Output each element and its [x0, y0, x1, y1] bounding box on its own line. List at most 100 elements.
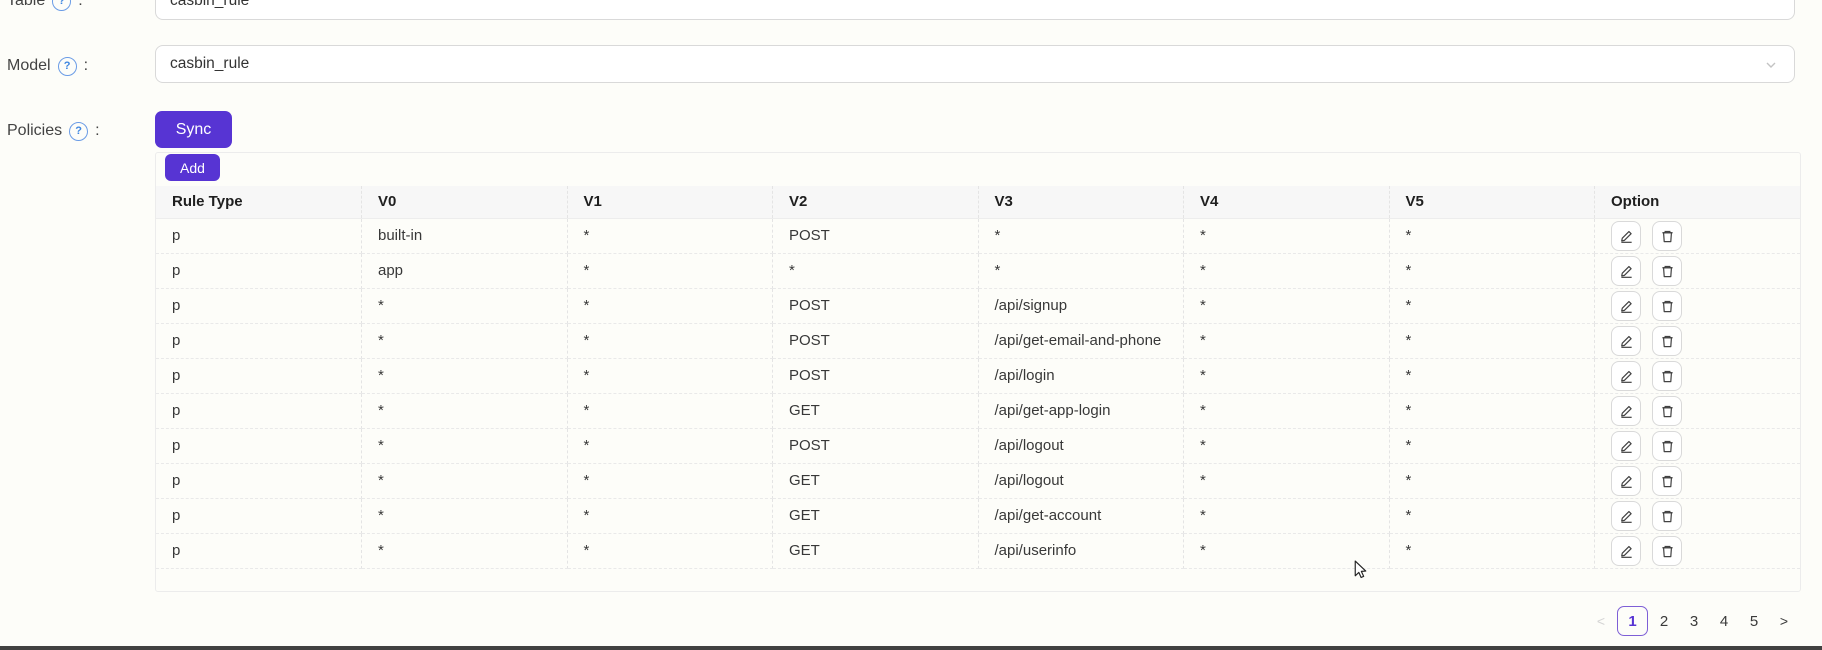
policy-cell: *: [362, 394, 568, 429]
edit-button[interactable]: [1611, 221, 1641, 251]
table-row: p**POST/api/logout**: [156, 429, 1800, 464]
delete-button[interactable]: [1652, 256, 1682, 286]
table-field-label: Table ? :: [7, 0, 83, 12]
option-cell: [1595, 464, 1801, 499]
edit-icon: [1619, 439, 1634, 454]
policy-cell: *: [1389, 464, 1595, 499]
edit-button[interactable]: [1611, 536, 1641, 566]
policy-cell: p: [156, 534, 362, 569]
policy-cell: *: [362, 359, 568, 394]
policy-cell: GET: [773, 499, 979, 534]
edit-button[interactable]: [1611, 361, 1641, 391]
delete-button[interactable]: [1652, 536, 1682, 566]
policy-cell: *: [567, 429, 773, 464]
mouse-cursor: [1352, 560, 1369, 580]
table-row: p**GET/api/get-app-login**: [156, 394, 1800, 429]
help-icon[interactable]: ?: [69, 122, 88, 141]
policy-table: Rule TypeV0V1V2V3V4V5Option pbuilt-in*PO…: [156, 186, 1800, 569]
pagination: <12345>: [1585, 606, 1798, 636]
page-prev-button[interactable]: <: [1587, 606, 1615, 636]
policy-cell: built-in: [362, 219, 568, 254]
policy-cell: app: [362, 254, 568, 289]
delete-button[interactable]: [1652, 396, 1682, 426]
policy-cell: *: [1389, 324, 1595, 359]
edit-icon: [1619, 264, 1634, 279]
edit-button[interactable]: [1611, 256, 1641, 286]
page-item-5[interactable]: 5: [1740, 606, 1768, 636]
policy-cell: p: [156, 219, 362, 254]
table-row: p**GET/api/get-account**: [156, 499, 1800, 534]
sync-button[interactable]: Sync: [155, 111, 232, 148]
edit-icon: [1619, 544, 1634, 559]
delete-button[interactable]: [1652, 221, 1682, 251]
model-select[interactable]: casbin_rule: [155, 45, 1795, 83]
policy-cell: p: [156, 289, 362, 324]
edit-button[interactable]: [1611, 501, 1641, 531]
option-cell: [1595, 254, 1801, 289]
page-item-2[interactable]: 2: [1650, 606, 1678, 636]
policy-cell: *: [1184, 394, 1390, 429]
delete-button[interactable]: [1652, 431, 1682, 461]
edit-button[interactable]: [1611, 326, 1641, 356]
trash-icon: [1660, 264, 1675, 279]
policy-cell: *: [362, 464, 568, 499]
policy-cell: *: [1389, 534, 1595, 569]
page-item-3[interactable]: 3: [1680, 606, 1708, 636]
trash-icon: [1660, 474, 1675, 489]
option-cell: [1595, 359, 1801, 394]
delete-button[interactable]: [1652, 326, 1682, 356]
policy-cell: *: [978, 254, 1184, 289]
help-icon[interactable]: ?: [52, 0, 71, 11]
page-item-4[interactable]: 4: [1710, 606, 1738, 636]
policies-table-container: Rule TypeV0V1V2V3V4V5Option pbuilt-in*PO…: [155, 152, 1801, 592]
policy-cell: *: [1184, 464, 1390, 499]
bottom-divider: [0, 646, 1822, 650]
policy-cell: *: [1184, 359, 1390, 394]
edit-icon: [1619, 299, 1634, 314]
policy-cell: p: [156, 464, 362, 499]
policy-cell: *: [362, 499, 568, 534]
trash-icon: [1660, 544, 1675, 559]
page-item-1[interactable]: 1: [1617, 606, 1648, 636]
delete-button[interactable]: [1652, 361, 1682, 391]
option-cell: [1595, 499, 1801, 534]
policy-cell: *: [1389, 429, 1595, 464]
casdoor-application-edit-page: Table ? : casbin_rule Model ? : casbin_r…: [0, 0, 1822, 650]
column-header-v4: V4: [1184, 186, 1390, 219]
policies-label-text: Policies: [7, 120, 62, 142]
policy-cell: POST: [773, 324, 979, 359]
delete-button[interactable]: [1652, 501, 1682, 531]
policy-cell: *: [362, 324, 568, 359]
column-header-v2: V2: [773, 186, 979, 219]
edit-button[interactable]: [1611, 466, 1641, 496]
policy-cell: p: [156, 359, 362, 394]
policy-cell: GET: [773, 394, 979, 429]
add-button[interactable]: Add: [165, 154, 220, 181]
policy-cell: /api/get-email-and-phone: [978, 324, 1184, 359]
policy-table-header: Rule TypeV0V1V2V3V4V5Option: [156, 186, 1800, 219]
table-row: p**GET/api/logout**: [156, 464, 1800, 499]
policy-cell: *: [1184, 219, 1390, 254]
column-header-v3: V3: [978, 186, 1184, 219]
delete-button[interactable]: [1652, 466, 1682, 496]
policy-cell: /api/logout: [978, 464, 1184, 499]
option-cell: [1595, 429, 1801, 464]
policy-cell: /api/signup: [978, 289, 1184, 324]
help-icon[interactable]: ?: [58, 57, 77, 76]
policy-cell: POST: [773, 219, 979, 254]
table-row: p**POST/api/signup**: [156, 289, 1800, 324]
edit-button[interactable]: [1611, 396, 1641, 426]
table-row: papp*****: [156, 254, 1800, 289]
policy-cell: *: [1389, 289, 1595, 324]
edit-button[interactable]: [1611, 291, 1641, 321]
policy-cell: *: [567, 359, 773, 394]
delete-button[interactable]: [1652, 291, 1682, 321]
page-next-button[interactable]: >: [1770, 606, 1798, 636]
policy-cell: *: [1184, 499, 1390, 534]
policy-cell: /api/logout: [978, 429, 1184, 464]
edit-button[interactable]: [1611, 431, 1641, 461]
policy-cell: *: [567, 254, 773, 289]
policy-cell: *: [1389, 359, 1595, 394]
table-row: pbuilt-in*POST***: [156, 219, 1800, 254]
table-input[interactable]: casbin_rule: [155, 0, 1795, 20]
